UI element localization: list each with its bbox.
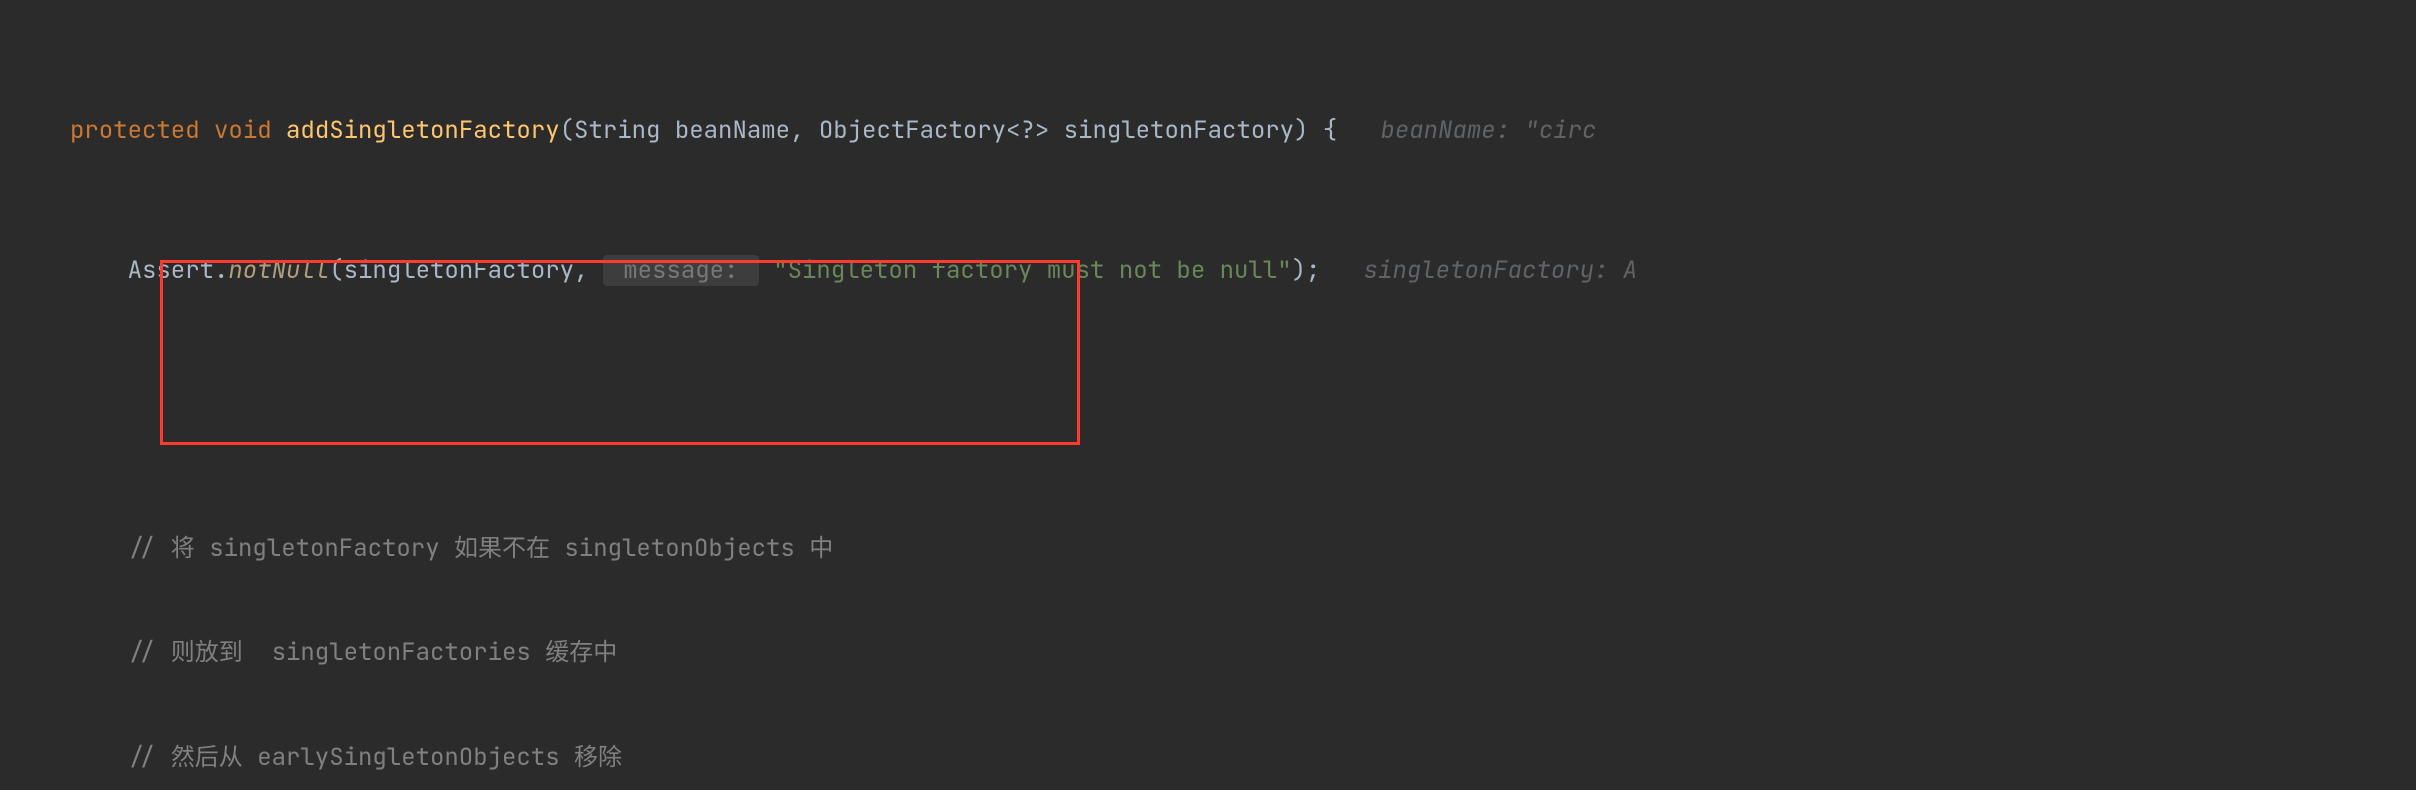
keyword-protected: protected — [70, 115, 200, 146]
static-call: notNull — [228, 255, 329, 286]
code-line-comment[interactable]: // 然后从 earlySingletonObjects 移除 — [0, 741, 2416, 776]
param-hint: message: — [603, 255, 759, 286]
code-text: ); — [1292, 255, 1321, 286]
keyword-void: void — [214, 115, 272, 146]
comment: // 则放到 singletonFactories 缓存中 — [70, 637, 617, 668]
method-params: (String beanName, ObjectFactory<?> singl… — [560, 115, 1338, 146]
string-literal: "Singleton factory must not be null" — [773, 255, 1291, 286]
method-name: addSingletonFactory — [286, 115, 560, 146]
inlay-hint: singletonFactory: A — [1320, 255, 1637, 286]
code-line[interactable]: Assert.notNull(singletonFactory, message… — [0, 254, 2416, 289]
code-line[interactable]: protected void addSingletonFactory(Strin… — [0, 114, 2416, 149]
code-text: (singletonFactory, — [329, 255, 603, 286]
code-text: Assert. — [70, 255, 228, 286]
code-line-blank[interactable]: ​ — [0, 393, 2416, 428]
inlay-hint: beanName: "circ — [1337, 115, 1596, 146]
code-editor[interactable]: protected void addSingletonFactory(Strin… — [0, 0, 2416, 790]
comment: // 将 singletonFactory 如果不在 singletonObje… — [70, 533, 833, 564]
comment: // 然后从 earlySingletonObjects 移除 — [70, 742, 622, 773]
code-line-comment[interactable]: // 则放到 singletonFactories 缓存中 — [0, 636, 2416, 671]
code-line-comment[interactable]: // 将 singletonFactory 如果不在 singletonObje… — [0, 532, 2416, 567]
